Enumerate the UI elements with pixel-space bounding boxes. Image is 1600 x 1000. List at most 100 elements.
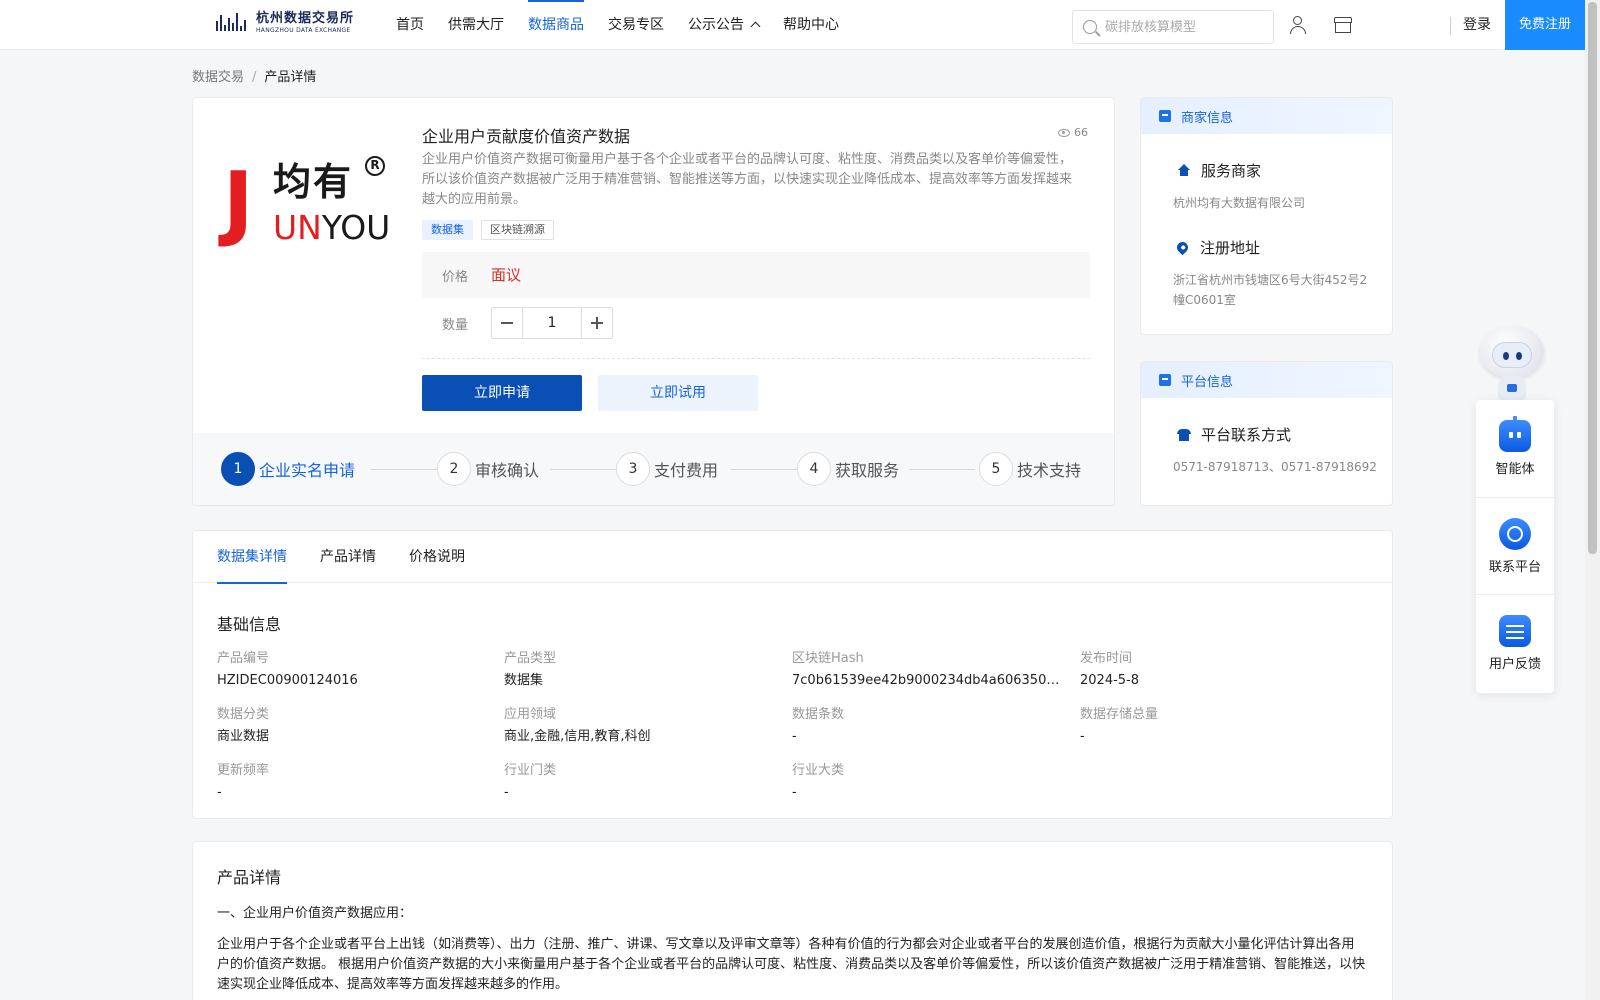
tag-dataset: 数据集	[422, 220, 473, 240]
nav-supply-demand[interactable]: 供需大厅	[448, 0, 504, 50]
nav-trading-zone[interactable]: 交易专区	[608, 0, 664, 50]
dataset-detail-card: 数据集详情 产品详情 价格说明 基础信息 产品编号 HZIDEC009001240…	[192, 530, 1393, 819]
basic-info-title: 基础信息	[217, 615, 282, 634]
site-logo[interactable]: 杭州数据交易所 HANGZHOU DATA EXCHANGE	[216, 11, 354, 35]
floating-service-panel: 智能体 联系平台 用户反馈	[1476, 400, 1554, 693]
field-product-type: 产品类型 数据集	[504, 651, 557, 688]
field-application-domain: 应用领域 商业,金融,信用,教育,科创	[504, 707, 651, 744]
breadcrumb-root[interactable]: 数据交易	[192, 70, 244, 85]
quantity-label: 数量	[442, 318, 469, 333]
product-detail-subtitle: 一、企业用户价值资产数据应用：	[217, 906, 413, 921]
location-pin-icon	[1174, 239, 1191, 256]
field-publish-date: 发布时间 2024-5-8	[1080, 651, 1140, 688]
step-connector	[371, 469, 437, 470]
price-row: 价格 面议	[422, 252, 1090, 298]
field-record-count: 数据条数 -	[792, 707, 845, 744]
merchant-info-card: 商家信息 服务商家 杭州均有大数据有限公司 注册地址 浙江省杭州市钱塘区6号大街…	[1140, 97, 1393, 335]
field-data-category: 数据分类 商业数据	[217, 707, 270, 744]
step-2: 2 审核确认	[437, 452, 539, 486]
tab-dataset-detail[interactable]: 数据集详情	[217, 531, 287, 584]
logo-title: 杭州数据交易所	[256, 11, 355, 26]
product-card: J 均有 R UNYOU 企业用户贡献度价值资产数据 66 企业用户价值资产数据…	[192, 97, 1115, 506]
register-button[interactable]: 免费注册	[1505, 0, 1585, 50]
product-description: 企业用户价值资产数据可衡量用户基于各个企业或者平台的品牌认可度、粘性度、消费品类…	[422, 152, 1073, 207]
search-icon[interactable]	[1083, 20, 1097, 34]
phone-icon	[1177, 428, 1191, 441]
quantity-value[interactable]: 1	[523, 308, 581, 338]
decrement-button[interactable]	[492, 308, 523, 338]
monitor-icon	[1159, 374, 1171, 386]
step-5: 5 技术支持	[979, 452, 1081, 486]
process-steps: 1 企业实名申请 2 审核确认 3 支付费用 4 获取服务 5 技术支持	[193, 433, 1114, 505]
user-icon[interactable]	[1288, 15, 1308, 35]
merchant-info-header: 商家信息	[1141, 98, 1392, 134]
robot-assistant-icon[interactable]	[1476, 326, 1548, 400]
breadcrumb: 数据交易 / 产品详情	[192, 66, 316, 85]
registered-address-row: 注册地址	[1174, 237, 1260, 258]
field-update-frequency: 更新频率 -	[217, 763, 270, 800]
platform-info-header: 平台信息	[1141, 362, 1392, 398]
price-value: 面议	[491, 266, 522, 284]
logo-subtitle: HANGZHOU DATA EXCHANGE	[256, 27, 351, 34]
step-4: 4 获取服务	[797, 452, 899, 486]
page-scrollbar[interactable]	[1585, 0, 1600, 1000]
search-box	[1072, 10, 1274, 44]
field-blockchain-hash: 区块链Hash 7c0b61539ee42b9000234db4a606350a9…	[792, 651, 1062, 688]
platform-contact-row: 平台联系方式	[1177, 424, 1291, 445]
detail-tabs: 数据集详情 产品详情 价格说明	[193, 531, 1392, 584]
platform-info-card: 平台信息 平台联系方式 0571-87918713、0571-87918692	[1140, 361, 1393, 506]
header-divider	[1450, 17, 1451, 35]
feedback-icon	[1499, 615, 1531, 647]
search-input[interactable]	[1105, 19, 1265, 35]
tab-price-description[interactable]: 价格说明	[409, 531, 465, 583]
store-icon	[1159, 110, 1171, 122]
breadcrumb-separator: /	[252, 70, 257, 85]
nav-home[interactable]: 首页	[396, 0, 424, 50]
increment-button[interactable]	[581, 308, 612, 338]
step-connector	[550, 469, 616, 470]
step-1: 1 企业实名申请	[221, 452, 355, 486]
registered-mark-icon: R	[365, 156, 385, 176]
price-label: 价格	[442, 270, 469, 285]
top-header: 杭州数据交易所 HANGZHOU DATA EXCHANGE 首页 供需大厅 数…	[0, 0, 1585, 50]
ai-agent-button[interactable]: 智能体	[1476, 400, 1554, 497]
field-storage-total: 数据存储总量 -	[1080, 707, 1159, 744]
tab-product-detail[interactable]: 产品详情	[320, 531, 376, 583]
eye-icon	[1058, 128, 1070, 137]
step-connector	[731, 469, 797, 470]
product-title: 企业用户贡献度价值资产数据	[422, 127, 631, 146]
apply-now-button[interactable]: 立即申请	[422, 375, 582, 411]
field-industry-sector: 行业门类 -	[504, 763, 557, 800]
try-now-button[interactable]: 立即试用	[598, 375, 758, 411]
logo-mark-icon	[216, 11, 250, 35]
nav-data-products[interactable]: 数据商品	[528, 0, 584, 50]
divider	[422, 358, 1090, 359]
brand-logo: J 均有 R UNYOU	[223, 155, 391, 250]
nav-help-center[interactable]: 帮助中心	[783, 0, 839, 50]
user-feedback-button[interactable]: 用户反馈	[1476, 594, 1554, 691]
view-count: 66	[1058, 126, 1088, 139]
product-detail-body: 企业用户于各个企业或者平台上出钱（如消费等）、出力（注册、推广、讲课、写文章以及…	[217, 937, 1366, 992]
breadcrumb-current: 产品详情	[264, 70, 317, 85]
field-product-id: 产品编号 HZIDEC00900124016	[217, 651, 358, 688]
tag-blockchain: 区块链溯源	[481, 220, 554, 240]
quantity-stepper: 1	[491, 307, 613, 339]
service-merchant-value: 杭州均有大数据有限公司	[1173, 196, 1306, 210]
registered-address-value: 浙江省杭州市钱塘区6号大街452号2幢C0601室	[1173, 273, 1368, 307]
chevron-up-icon	[750, 21, 761, 32]
contact-platform-button[interactable]: 联系平台	[1476, 497, 1554, 594]
platform-contact-value: 0571-87918713、0571-87918692	[1173, 460, 1377, 474]
main-nav: 首页 供需大厅 数据商品 交易专区 公示公告 帮助中心	[396, 0, 863, 50]
product-tags: 数据集 区块链溯源	[422, 220, 554, 240]
service-merchant-row: 服务商家	[1177, 160, 1261, 181]
product-detail-title: 产品详情	[217, 868, 282, 887]
step-3: 3 支付费用	[616, 452, 718, 486]
nav-announcements[interactable]: 公示公告	[688, 0, 761, 50]
shop-icon[interactable]	[1333, 15, 1353, 35]
ai-agent-icon	[1499, 416, 1531, 452]
scrollbar-thumb[interactable]	[1588, 2, 1597, 554]
headset-icon	[1499, 518, 1531, 550]
login-link[interactable]: 登录	[1463, 0, 1491, 50]
step-connector	[909, 469, 975, 470]
home-icon	[1177, 164, 1191, 177]
